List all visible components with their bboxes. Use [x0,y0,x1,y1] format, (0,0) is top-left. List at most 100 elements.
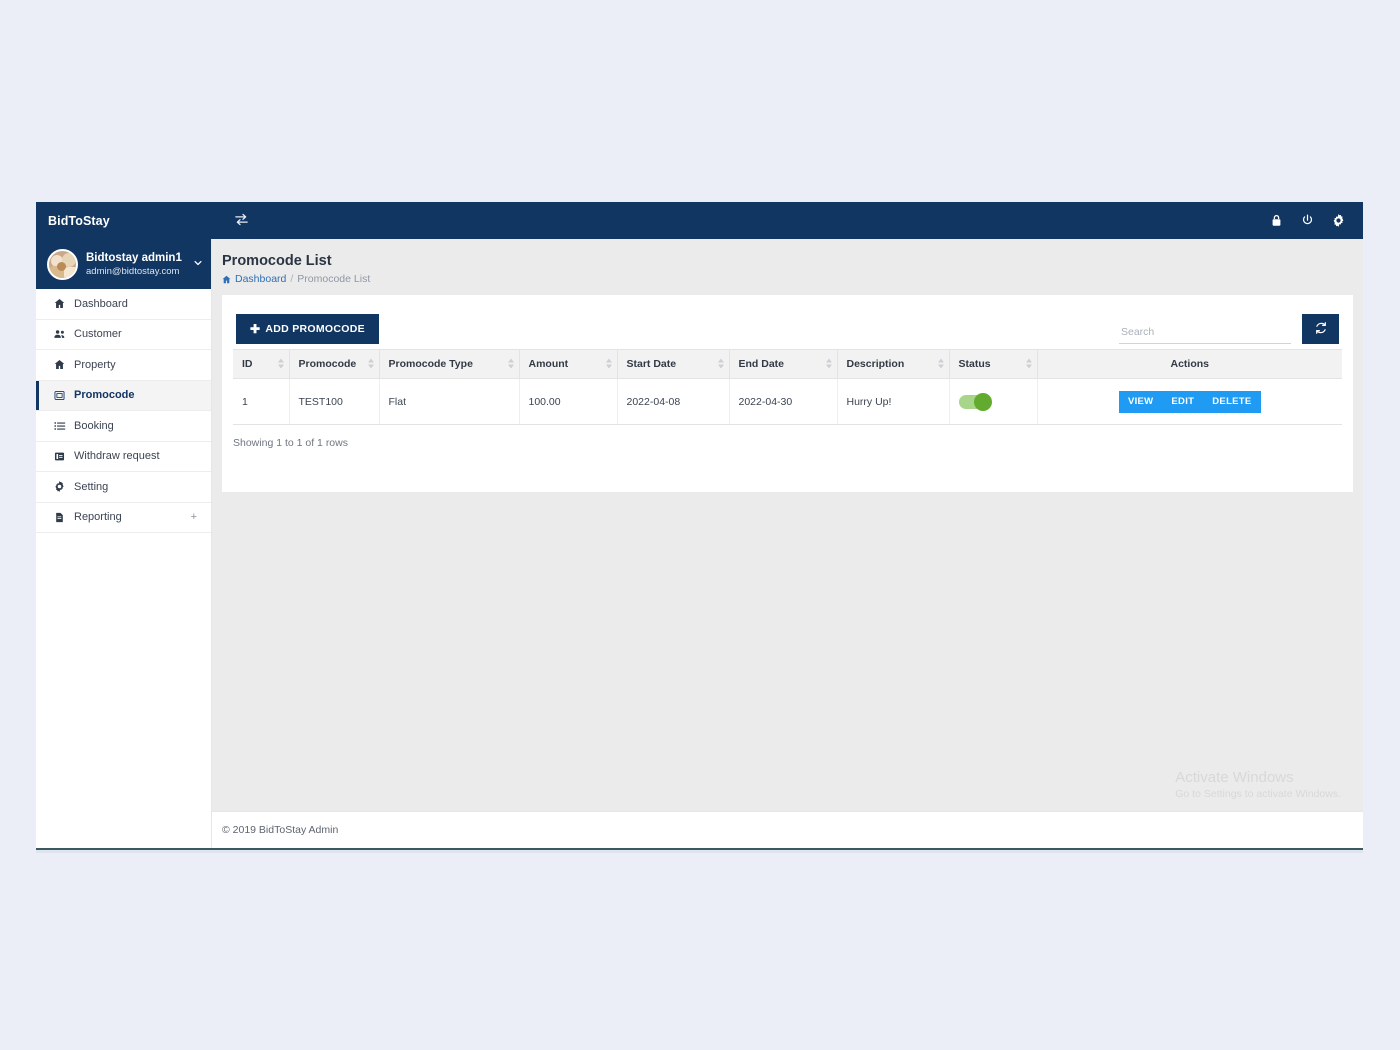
page-title: Promocode List [222,253,332,269]
power-icon[interactable] [1301,214,1314,227]
watermark-title: Activate Windows [1175,769,1294,786]
main-content: Promocode List Dashboard / Promocode Lis… [212,239,1363,848]
cell-amount: 100.00 [519,378,618,425]
gear-icon[interactable] [1332,214,1345,227]
sort-icon[interactable] [937,358,944,370]
column-label: Actions [1170,358,1209,370]
add-promocode-label: ADD PROMOCODE [265,323,365,335]
status-toggle[interactable] [958,392,992,411]
avatar [47,248,78,280]
user-profile-panel[interactable]: Bidtostay admin1 admin@bidtostay.com [36,239,211,289]
promocode-table: ID Promocode Promocode Type Amount Start… [233,349,1342,425]
breadcrumb: Dashboard / Promocode List [222,273,1363,285]
toggle-knob [973,392,992,411]
breadcrumb-link-dashboard[interactable]: Dashboard [235,273,286,285]
sidebar-toggle-icon[interactable] [234,212,249,229]
column-header-description[interactable]: Description [837,349,950,379]
sidebar: Bidtostay admin1 admin@bidtostay.com Das… [36,239,212,848]
add-promocode-button[interactable]: ✚ ADD PROMOCODE [236,314,379,344]
cell-actions: VIEW EDIT DELETE [1037,378,1342,425]
user-name: Bidtostay admin1 [86,251,182,264]
table-toolbar: ✚ ADD PROMOCODE [222,295,1353,349]
windows-activation-watermark: Activate Windows Go to Settings to activ… [1175,768,1341,802]
admin-app-window: BidToStay Bidtostay admin1 admin@bidtost… [36,202,1363,848]
sidebar-item-label: Property [74,358,116,371]
column-header-amount[interactable]: Amount [519,349,618,379]
column-label: Start Date [626,358,677,370]
home-icon [54,298,70,309]
sidebar-item-promocode[interactable]: Promocode [36,380,211,411]
ticket-icon [54,390,70,401]
home-icon [54,359,70,370]
lock-icon[interactable] [1270,214,1283,227]
sort-icon[interactable] [825,358,832,370]
delete-button[interactable]: DELETE [1203,390,1261,413]
expand-icon[interactable]: + [191,511,197,523]
sort-icon[interactable] [277,358,284,370]
sort-icon[interactable] [507,358,514,370]
column-label: Promocode [298,358,357,370]
plus-icon: ✚ [250,322,261,336]
brand-logo[interactable]: BidToStay [36,214,212,228]
column-label: End Date [738,358,785,370]
user-email: admin@bidtostay.com [86,265,180,277]
sidebar-item-booking[interactable]: Booking [36,411,211,442]
table-row-info: Showing 1 to 1 of 1 rows [233,437,348,449]
promocode-card: ✚ ADD PROMOCODE Search ID Promocode Prom… [222,295,1353,492]
sidebar-item-label: Promocode [74,389,135,402]
list-icon [54,420,70,432]
column-header-status[interactable]: Status [949,349,1038,379]
cell-promocode-type: Flat [379,378,520,425]
column-header-id[interactable]: ID [233,349,290,379]
watermark-subtitle: Go to Settings to activate Windows. [1175,788,1341,800]
window-bottom-rule-secondary [36,850,1363,853]
sidebar-item-reporting[interactable]: Reporting + [36,503,211,533]
users-icon [54,328,70,340]
column-header-start-date[interactable]: Start Date [617,349,730,379]
sidebar-item-withdraw-request[interactable]: Withdraw request [36,442,211,472]
sort-icon[interactable] [717,358,724,370]
sidebar-item-property[interactable]: Property [36,350,211,381]
sort-icon[interactable] [1025,358,1032,370]
sort-icon[interactable] [367,358,374,370]
refresh-button[interactable] [1302,314,1339,344]
top-navbar: BidToStay [36,202,1363,239]
search-input[interactable] [1119,320,1291,344]
chevron-down-icon[interactable] [193,258,203,271]
column-header-actions: Actions [1037,349,1342,379]
cell-start-date: 2022-04-08 [617,378,730,425]
sidebar-item-setting[interactable]: Setting [36,472,211,503]
column-label: Status [958,358,991,370]
view-button[interactable]: VIEW [1118,390,1163,413]
column-header-end-date[interactable]: End Date [729,349,838,379]
sidebar-item-label: Customer [74,328,122,341]
table-header-row: ID Promocode Promocode Type Amount Start… [233,349,1342,379]
sidebar-item-label: Withdraw request [74,450,160,463]
sidebar-item-customer[interactable]: Customer [36,320,211,350]
sidebar-item-label: Setting [74,480,109,493]
row-action-group: VIEW EDIT DELETE [1118,390,1261,413]
column-label: Promocode Type [388,358,473,370]
sort-icon[interactable] [605,358,612,370]
sidebar-item-dashboard[interactable]: Dashboard [36,289,211,320]
wallet-icon [54,451,70,462]
column-label: ID [242,358,253,370]
sidebar-item-label: Booking [74,419,114,432]
cell-description: Hurry Up! [837,378,950,425]
home-icon [222,275,231,284]
column-header-promocode[interactable]: Promocode [289,349,380,379]
cell-id: 1 [233,378,290,425]
table-row: 1 TEST100 Flat 100.00 2022-04-08 2022-04… [233,378,1342,425]
column-label: Description [846,358,905,370]
page-header: Promocode List Dashboard / Promocode Lis… [212,239,1363,295]
gear-icon [54,481,70,493]
sidebar-item-label: Reporting [74,511,122,524]
footer-copyright: © 2019 BidToStay Admin [222,824,339,836]
breadcrumb-current: Promocode List [297,273,371,285]
edit-button[interactable]: EDIT [1162,390,1204,413]
topbar-actions [1270,214,1363,227]
refresh-icon [1314,321,1328,338]
toolbar-right-group [1119,314,1339,344]
file-icon [54,512,70,523]
column-header-promocode-type[interactable]: Promocode Type [379,349,520,379]
